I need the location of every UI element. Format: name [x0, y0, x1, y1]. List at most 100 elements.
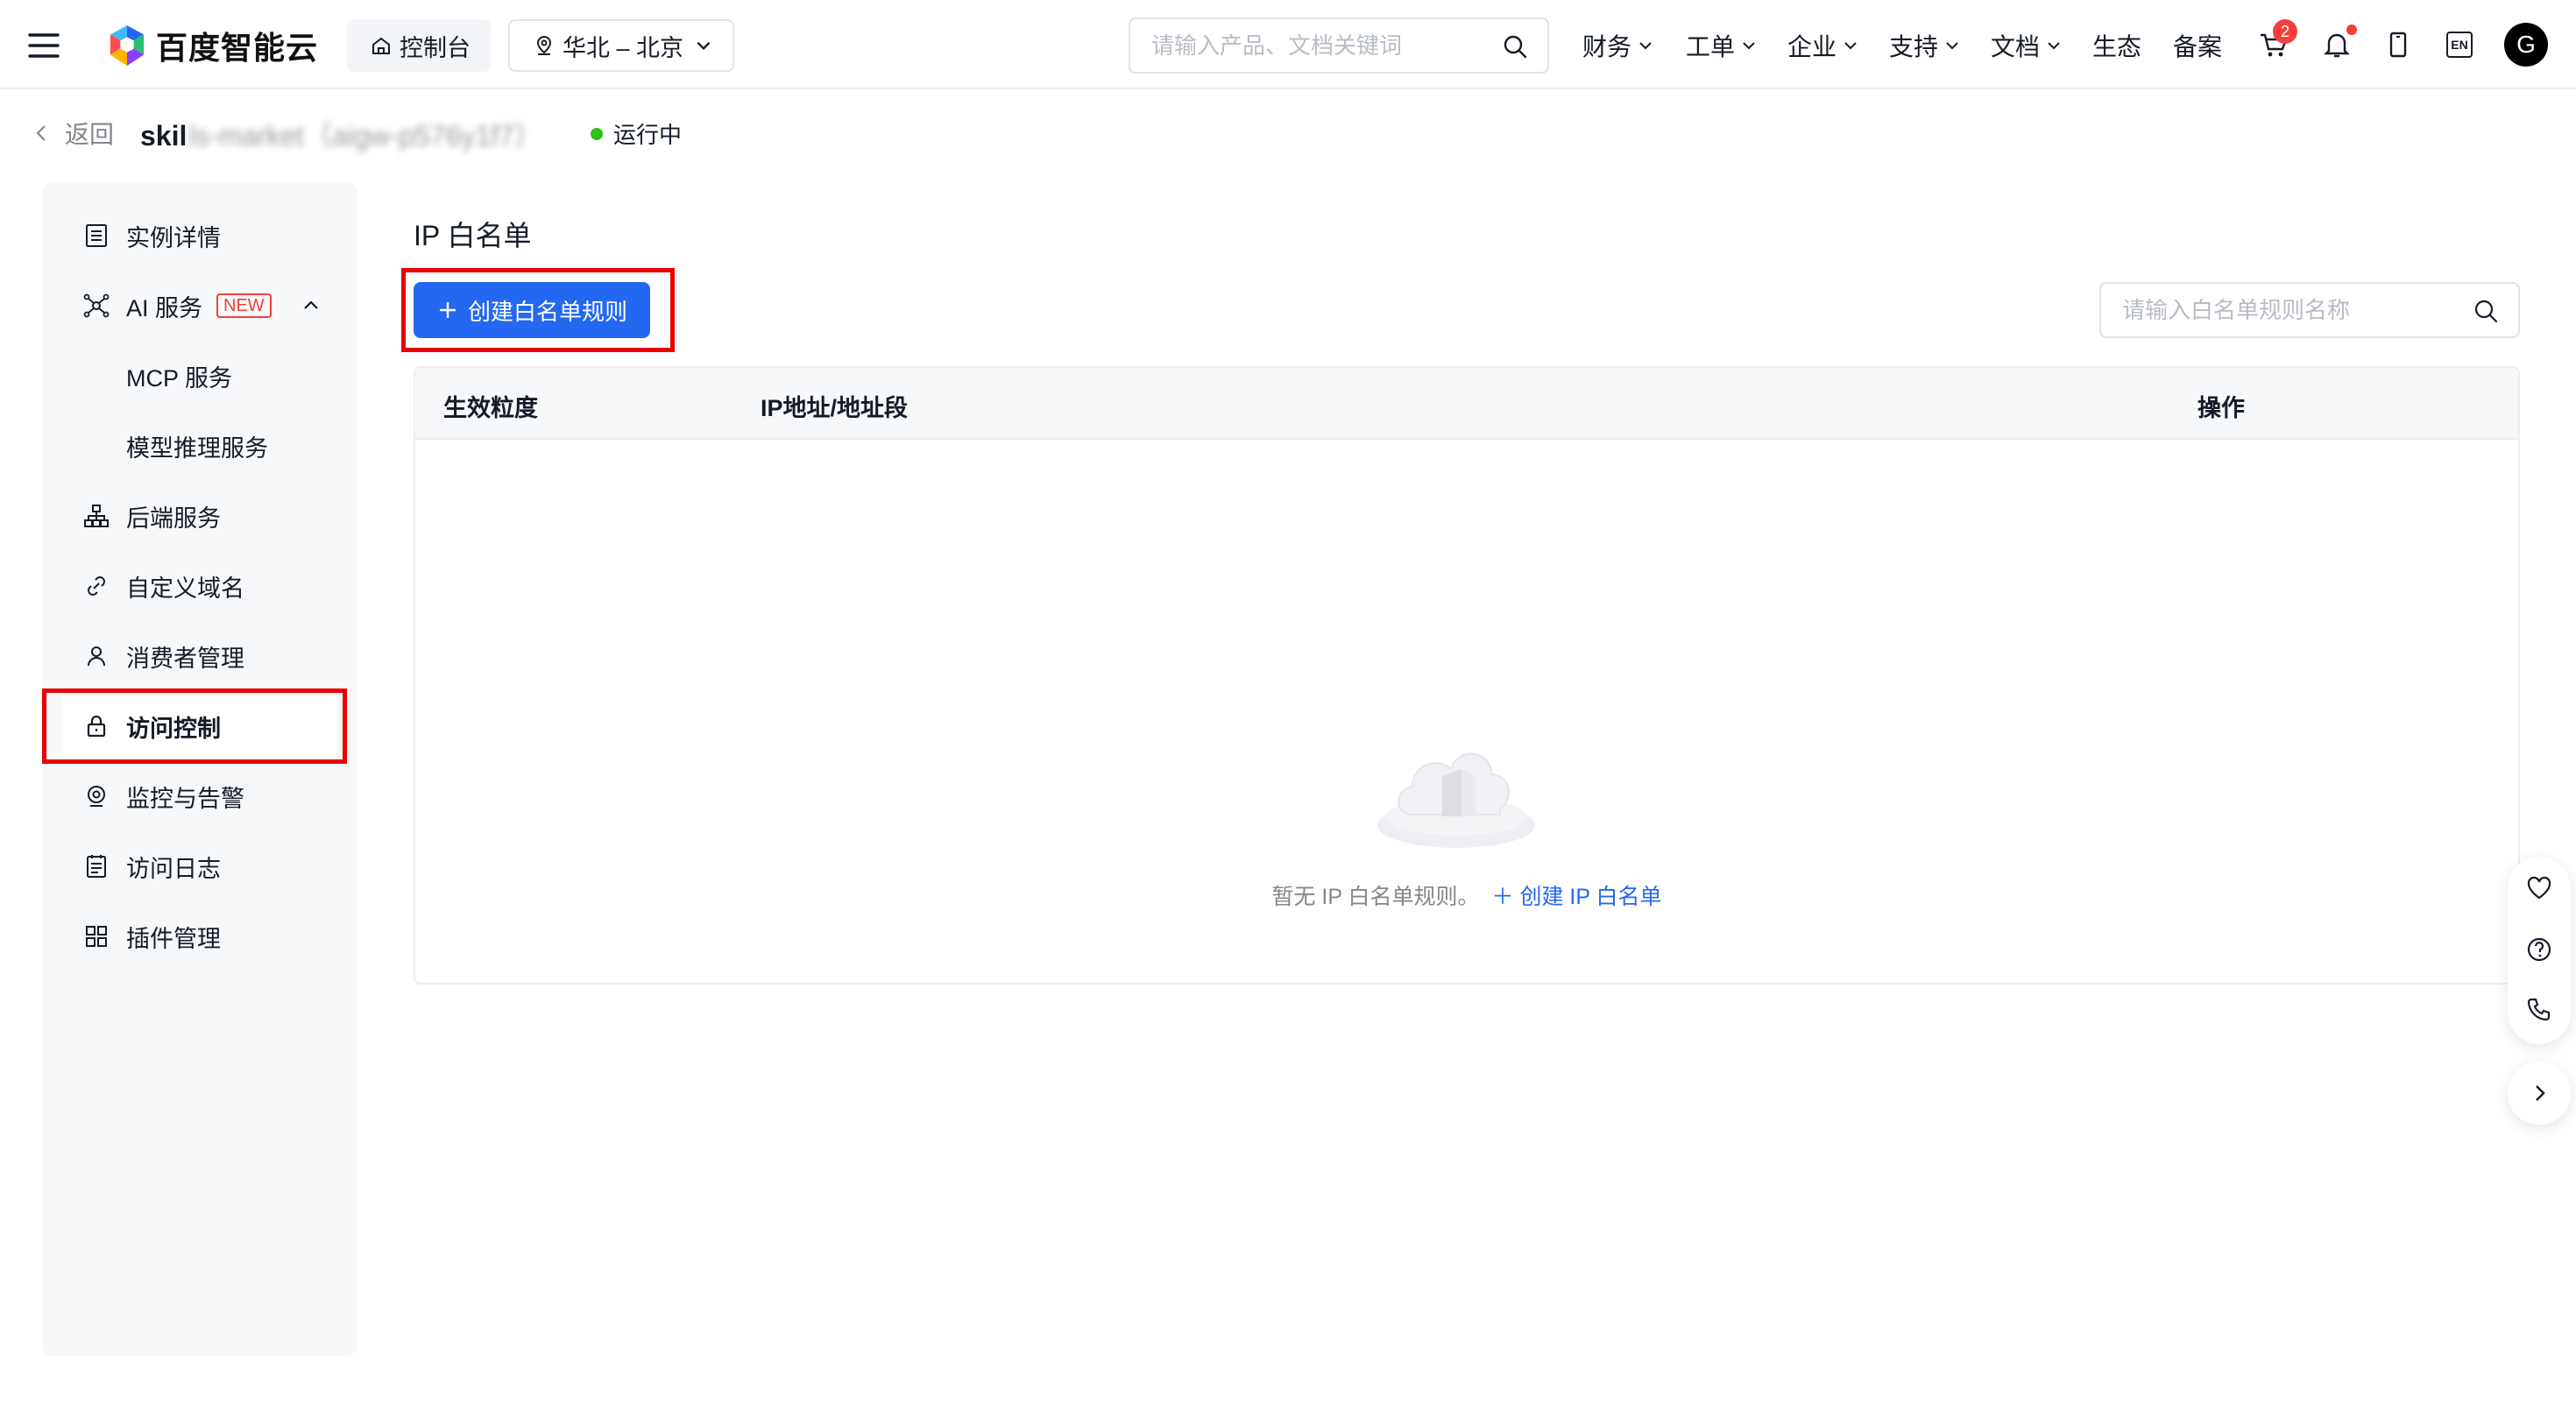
- grid-icon: [86, 926, 107, 947]
- sidebar-item-label: AI 服务: [126, 294, 203, 321]
- chevron-right-icon: [2536, 1085, 2545, 1101]
- create-ip-whitelist-link[interactable]: ＋ 创建 IP 白名单: [1492, 885, 1662, 909]
- ip-whitelist-table: 生效粒度 IP地址/地址段 操作 暂无 IP 白名单规则。 ＋ 创建 IP 白名单: [414, 366, 2520, 985]
- user-icon: [88, 646, 105, 667]
- new-badge: NEW: [216, 293, 272, 318]
- baidu-cloud-logo[interactable]: 百度智能云: [107, 23, 318, 68]
- sidebar-item-label: 访问日志: [126, 855, 221, 882]
- chevron-up-icon[interactable]: [300, 294, 322, 317]
- language-label: EN: [2451, 38, 2468, 52]
- top-navigation-bar: 百度智能云 控制台 华北 – 北京 财务 工单 企业 支持 文档 生态 备案 2: [0, 0, 2576, 89]
- nav-ecosystem[interactable]: 生态: [2092, 28, 2141, 63]
- sidebar-item-access-control[interactable]: 访问控制: [63, 695, 336, 757]
- search-icon[interactable]: [1502, 33, 1528, 60]
- nav-finance-label: 财务: [1582, 33, 1632, 60]
- nav-enterprise[interactable]: 企业: [1787, 28, 1859, 63]
- status-badge: 运行中: [591, 117, 682, 150]
- sidebar-item-plugin-management[interactable]: 插件管理: [42, 906, 357, 967]
- home-icon: [372, 37, 390, 54]
- sidebar-item-label: 自定义域名: [126, 575, 244, 602]
- chevron-down-icon: [697, 41, 711, 51]
- empty-state-illustration: [1377, 752, 1535, 848]
- location-pin-icon: [536, 35, 552, 55]
- sidebar-item-label: MCP 服务: [126, 364, 233, 392]
- console-label: 控制台: [400, 34, 471, 61]
- sidebar-item-custom-domain[interactable]: 自定义域名: [42, 555, 357, 617]
- sidebar-item-model-inference[interactable]: 模型推理服务: [42, 415, 357, 477]
- sidebar-item-label: 模型推理服务: [126, 434, 268, 462]
- back-label: 返回: [65, 121, 115, 148]
- notification-dot: [2346, 25, 2357, 35]
- sidebar-item-label: 访问控制: [126, 715, 221, 742]
- sidebar-item-backend-services[interactable]: 后端服务: [42, 485, 357, 547]
- avatar[interactable]: G: [2504, 23, 2548, 67]
- global-search-input[interactable]: [1151, 19, 1484, 72]
- create-whitelist-rule-button[interactable]: 创建白名单规则: [414, 282, 650, 338]
- baidu-cloud-logo-icon: [110, 25, 145, 66]
- nav-docs[interactable]: 文档: [1991, 28, 2063, 63]
- nav-ecosystem-label: 生态: [2092, 33, 2142, 60]
- instance-name-visible: skil: [140, 120, 188, 152]
- sidebar-item-access-logs[interactable]: 访问日志: [42, 836, 357, 897]
- log-icon: [87, 855, 106, 878]
- mobile-phone-icon[interactable]: [2380, 26, 2417, 63]
- rule-search: [2099, 282, 2520, 338]
- sidebar-item-monitoring-alerts[interactable]: 监控与告警: [42, 766, 357, 827]
- rule-search-input[interactable]: [2122, 284, 2455, 336]
- monitor-icon: [88, 786, 105, 807]
- chevron-down-icon: [2048, 42, 2060, 50]
- chevron-down-icon: [1639, 42, 1652, 50]
- floating-toolbar: [2508, 857, 2571, 1044]
- empty-state-text: 暂无 IP 白名单规则。: [1271, 885, 1480, 909]
- chevron-left-icon: [36, 125, 46, 141]
- instance-name: skills-market（aigw-p576y1f7）: [140, 114, 542, 154]
- table-header: 生效粒度 IP地址/地址段 操作: [415, 368, 2518, 440]
- sidebar-item-label: 消费者管理: [126, 645, 244, 672]
- nav-support[interactable]: 支持: [1889, 28, 1961, 63]
- lock-icon: [87, 715, 106, 738]
- hierarchy-icon: [84, 505, 109, 527]
- column-header-scope: 生效粒度: [443, 395, 538, 421]
- column-header-ip-address: IP地址/地址段: [761, 395, 909, 421]
- nav-ticket-label: 工单: [1686, 33, 1736, 60]
- nav-filing-label: 备案: [2173, 33, 2223, 60]
- sidebar-item-label: 后端服务: [126, 505, 221, 532]
- language-icon: EN: [2446, 32, 2473, 58]
- logo-text: 百度智能云: [156, 30, 319, 66]
- status-label: 运行中: [613, 122, 683, 148]
- heart-icon[interactable]: [2525, 874, 2553, 902]
- link-icon: [88, 576, 105, 596]
- nav-docs-label: 文档: [1991, 33, 2041, 60]
- language-switch-button[interactable]: EN: [2441, 26, 2478, 63]
- sidebar-item-consumer-management[interactable]: 消费者管理: [42, 625, 357, 687]
- region-label: 华北 – 北京: [563, 34, 684, 61]
- expand-float-button[interactable]: [2508, 1062, 2571, 1125]
- phone-icon[interactable]: [2525, 995, 2553, 1023]
- chevron-down-icon: [1743, 42, 1755, 50]
- chevron-down-icon: [1946, 42, 1958, 50]
- global-search: [1129, 18, 1549, 74]
- back-button[interactable]: 返回: [32, 116, 114, 151]
- console-button[interactable]: 控制台: [347, 19, 491, 72]
- sidebar-item-instance-details[interactable]: 实例详情: [42, 205, 357, 266]
- hamburger-menu-icon[interactable]: [26, 28, 61, 63]
- nav-support-label: 支持: [1889, 33, 1939, 60]
- nav-ticket[interactable]: 工单: [1686, 28, 1758, 63]
- cart-count-badge: 2: [2273, 19, 2297, 44]
- help-circle-icon[interactable]: [2525, 935, 2553, 964]
- nav-finance[interactable]: 财务: [1582, 28, 1654, 63]
- nav-filing[interactable]: 备案: [2173, 28, 2222, 63]
- create-ip-whitelist-link-label: 创建 IP 白名单: [1519, 885, 1662, 909]
- instance-name-blurred: ls-market（aigw-p576y1f7）: [188, 120, 543, 152]
- region-selector[interactable]: 华北 – 北京: [508, 19, 734, 72]
- search-icon[interactable]: [2473, 298, 2499, 324]
- sidebar-item-label: 监控与告警: [126, 785, 244, 812]
- sidebar: 实例详情 AI 服务 NEW MCP 服务 模型推理服务 后端服务 自定义域名 …: [42, 182, 357, 1356]
- chevron-down-icon: [1844, 42, 1857, 50]
- sidebar-item-mcp-service[interactable]: MCP 服务: [42, 345, 357, 406]
- sidebar-item-ai-services[interactable]: AI 服务 NEW: [42, 275, 357, 336]
- create-whitelist-rule-label: 创建白名单规则: [467, 298, 627, 325]
- empty-state-message: 暂无 IP 白名单规则。 ＋ 创建 IP 白名单: [415, 879, 2518, 911]
- plus-icon: [439, 302, 456, 318]
- ai-network-icon: [83, 293, 110, 318]
